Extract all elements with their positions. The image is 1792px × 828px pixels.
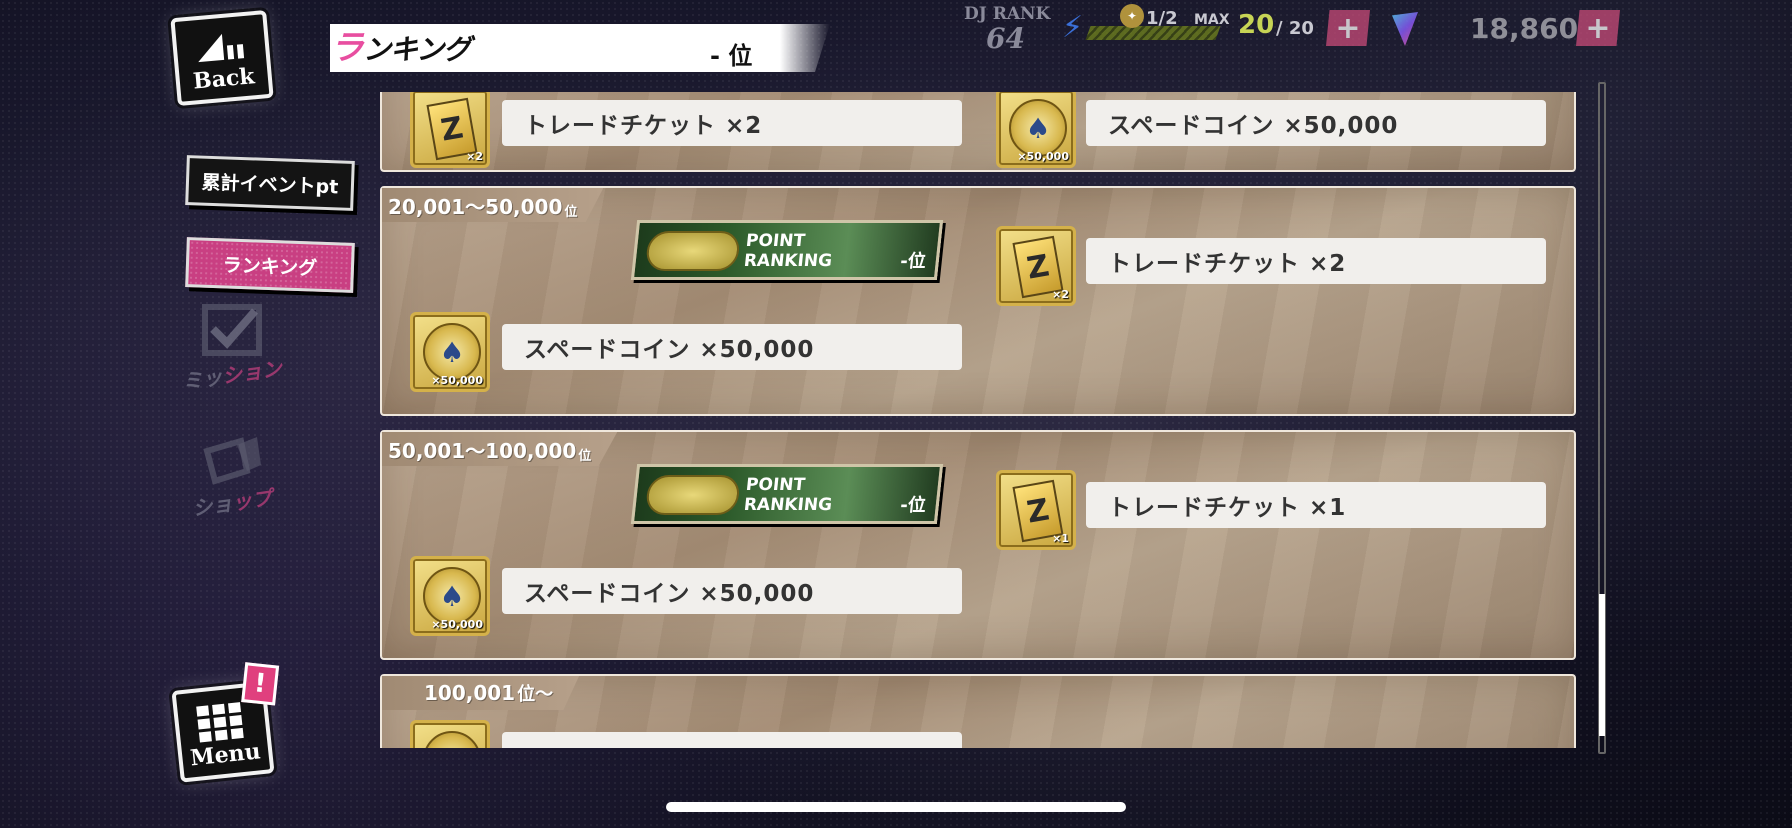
reward-panel: ×2 トレードチケット ×2 ×50,000 スペードコイン ×50,000 [380, 92, 1576, 172]
spade-coin-icon [410, 720, 490, 748]
tab-cumulative-points[interactable]: 累計イベントpt [185, 155, 355, 211]
lightning-icon: ⚡ [1062, 10, 1084, 45]
back-label: Back [192, 63, 256, 95]
max-label: MAX [1194, 12, 1230, 28]
gem-plus-button[interactable]: + [1576, 10, 1620, 46]
dj-rank-label: DJ RANK [964, 4, 1051, 24]
rank-range-tag: 100,001 位～ [382, 676, 580, 710]
back-arrow-icon [198, 33, 245, 63]
spade-coin-icon: ×50,000 [410, 556, 490, 636]
medal-icon: ✦ [1120, 4, 1144, 28]
mission-label: ミッション [181, 355, 284, 394]
gem-count: 18,860 [1470, 12, 1579, 45]
medal-ratio: 1/2 [1146, 8, 1178, 29]
rank-range-tag: 20,001～50,000 位 [382, 188, 604, 222]
mission-button[interactable]: ミッション [181, 300, 283, 393]
reward-item-label: スペードコイン ×50,000 [502, 324, 962, 370]
grid-icon [196, 702, 244, 743]
scrollbar-thumb[interactable] [1599, 594, 1605, 736]
reward-item-label [502, 732, 962, 748]
stamina-max: / 20 [1276, 18, 1314, 39]
reward-item-label: スペードコイン ×50,000 [1086, 100, 1546, 146]
point-ranking-title-plate: POINT RANKING -位 [630, 464, 944, 524]
notification-badge: ! [241, 662, 280, 706]
shop-label: ショップ [190, 485, 274, 520]
reward-panel: 20,001～50,000位 POINT RANKING -位 ×2 トレードチ… [380, 186, 1576, 416]
reward-panel: 100,001 位～ [380, 674, 1576, 748]
checkmark-icon [202, 303, 262, 356]
event-logo-icon [644, 475, 741, 515]
shopping-bag-icon [203, 436, 261, 485]
status-bar: DJ RANK 64 ⚡ ✦ 1/2 MAX 20 / 20 + 18,860 … [960, 4, 1780, 60]
trade-ticket-icon: ×2 [410, 92, 490, 168]
gem-icon [1392, 12, 1418, 46]
tab-ranking[interactable]: ランキング [185, 237, 355, 293]
reward-item-label: トレードチケット ×2 [1086, 238, 1546, 284]
rank-range-tag: 50,001～100,000 位 [382, 432, 618, 466]
spade-coin-icon: ×50,000 [410, 312, 490, 392]
home-indicator[interactable] [666, 802, 1126, 812]
reward-list[interactable]: ×2 トレードチケット ×2 ×50,000 スペードコイン ×50,000 2… [378, 92, 1580, 748]
event-logo-icon [644, 231, 741, 271]
menu-button[interactable]: Menu ! [171, 662, 280, 783]
current-rank: - 位 [710, 42, 753, 70]
dj-rank-value: 64 [986, 22, 1025, 55]
reward-panel: 50,001～100,000位 POINT RANKING -位 ×1 トレード… [380, 430, 1576, 660]
spade-coin-icon: ×50,000 [996, 92, 1076, 168]
reward-item-label: トレードチケット ×2 [502, 100, 962, 146]
point-ranking-title-plate: POINT RANKING -位 [630, 220, 944, 280]
trade-ticket-icon: ×2 [996, 226, 1076, 306]
stamina-plus-button[interactable]: + [1326, 10, 1370, 46]
page-title: ランキング [330, 28, 471, 68]
back-button[interactable]: Back [170, 9, 274, 107]
shop-button[interactable]: ショップ [182, 428, 282, 520]
trade-ticket-icon: ×1 [996, 470, 1076, 550]
reward-item-label: トレードチケット ×1 [1086, 482, 1546, 528]
stamina-current: 20 [1238, 10, 1275, 40]
reward-item-label: スペードコイン ×50,000 [502, 568, 962, 614]
